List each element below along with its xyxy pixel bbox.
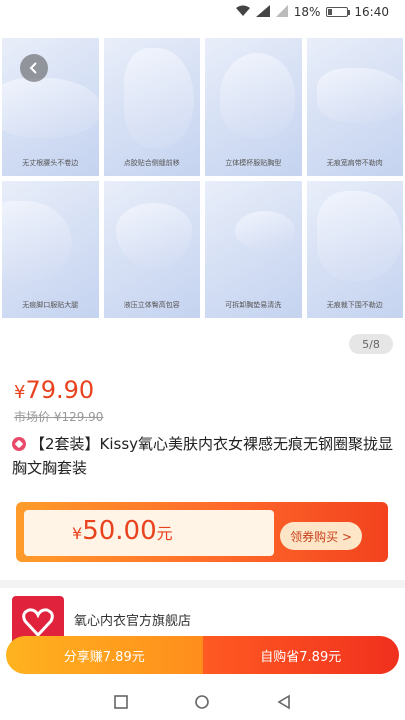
product-title-text: 【2套装】Kissy氧心美肤内衣女裸感无痕无钢圈聚拢显胸文胸套装 bbox=[12, 435, 394, 477]
back-button[interactable] bbox=[20, 54, 48, 82]
tile-caption: 可拆卸胸垫易清洗 bbox=[225, 301, 282, 309]
original-price: 市场价 ¥129.90 bbox=[14, 410, 104, 424]
shop-name[interactable]: 氧心内衣官方旗舰店 bbox=[74, 610, 191, 629]
battery-percent: 18% bbox=[293, 5, 321, 19]
coupon-unit: 元 bbox=[156, 524, 173, 543]
gallery-tile: 点胶贴合侧缝前移 bbox=[103, 38, 200, 176]
heart-shape bbox=[115, 202, 192, 269]
product-gallery[interactable]: 无丈根腰头不卷边 点胶贴合侧缝前移 立体模杯服贴胸型 无痕宽肩带不勒肉 无痕脚口… bbox=[0, 24, 405, 329]
pad-shape bbox=[235, 210, 295, 251]
tile-caption: 液压立体臀高包容 bbox=[123, 301, 180, 309]
shop-logo-icon bbox=[22, 608, 54, 638]
fabric-shape bbox=[2, 78, 99, 138]
price-value: 79.90 bbox=[25, 376, 95, 404]
fabric-shape bbox=[316, 190, 402, 281]
fabric-shape bbox=[123, 48, 194, 148]
self-buy-button[interactable]: 自购省7.89元 bbox=[202, 636, 399, 674]
clock: 16:40 bbox=[354, 5, 389, 19]
tile-caption: 点胶贴合侧缝前移 bbox=[123, 158, 180, 167]
tile-caption: 无痕脚口服贴大腿 bbox=[22, 301, 79, 309]
coupon-banner[interactable]: ¥50.00元 领券购买 > bbox=[16, 502, 388, 562]
action-bar: 分享赚7.89元 自购省7.89元 bbox=[6, 636, 399, 674]
wifi-icon bbox=[235, 5, 250, 20]
section-divider bbox=[0, 580, 405, 588]
store-badge-icon bbox=[12, 437, 26, 451]
gallery-grid: 无丈根腰头不卷边 点胶贴合侧缝前移 立体模杯服贴胸型 无痕宽肩带不勒肉 无痕脚口… bbox=[0, 38, 405, 318]
coupon-value: 50.00 bbox=[82, 516, 157, 546]
gallery-tile: 无痕脚口服贴大腿 bbox=[2, 180, 99, 318]
product-title: 【2套装】Kissy氧心美肤内衣女裸感无痕无钢圈聚拢显胸文胸套装 bbox=[12, 432, 397, 480]
signal-secondary-icon bbox=[275, 4, 288, 20]
bra-cup-shape bbox=[220, 53, 295, 138]
status-bar: 18% 16:40 bbox=[0, 0, 405, 24]
gallery-page-indicator: 5/8 bbox=[349, 334, 393, 354]
tile-caption: 无痕宽肩带不勒肉 bbox=[326, 158, 383, 167]
share-earn-button[interactable]: 分享赚7.89元 bbox=[6, 636, 203, 674]
recents-icon[interactable] bbox=[113, 694, 129, 710]
current-price: ¥79.90 bbox=[14, 376, 94, 404]
gallery-tile: 无丈根腰头不卷边 bbox=[2, 38, 99, 176]
gallery-tile: 无痕裁下围不勒边 bbox=[306, 180, 403, 318]
back-nav-icon[interactable] bbox=[276, 694, 292, 710]
signal-icon bbox=[255, 4, 270, 20]
fabric-shape bbox=[316, 68, 403, 123]
gallery-tile: 可拆卸胸垫易清洗 bbox=[205, 180, 302, 318]
tile-caption: 无丈根腰头不卷边 bbox=[22, 158, 79, 167]
battery-icon bbox=[326, 7, 351, 17]
system-nav-bar bbox=[0, 684, 405, 720]
coupon-symbol: ¥ bbox=[72, 524, 83, 543]
home-icon[interactable] bbox=[194, 694, 210, 710]
fabric-shape bbox=[2, 200, 72, 281]
price-symbol: ¥ bbox=[14, 382, 26, 403]
gallery-tile: 立体模杯服贴胸型 bbox=[205, 38, 302, 176]
chevron-left-icon bbox=[29, 62, 37, 74]
tile-caption: 立体模杯服贴胸型 bbox=[225, 158, 282, 167]
gallery-tile: 液压立体臀高包容 bbox=[103, 180, 200, 318]
tile-caption: 无痕裁下围不勒边 bbox=[326, 301, 383, 309]
get-coupon-button[interactable]: 领券购买 > bbox=[280, 522, 362, 550]
gallery-tile: 无痕宽肩带不勒肉 bbox=[306, 38, 403, 176]
coupon-amount: ¥50.00元 bbox=[72, 516, 173, 546]
